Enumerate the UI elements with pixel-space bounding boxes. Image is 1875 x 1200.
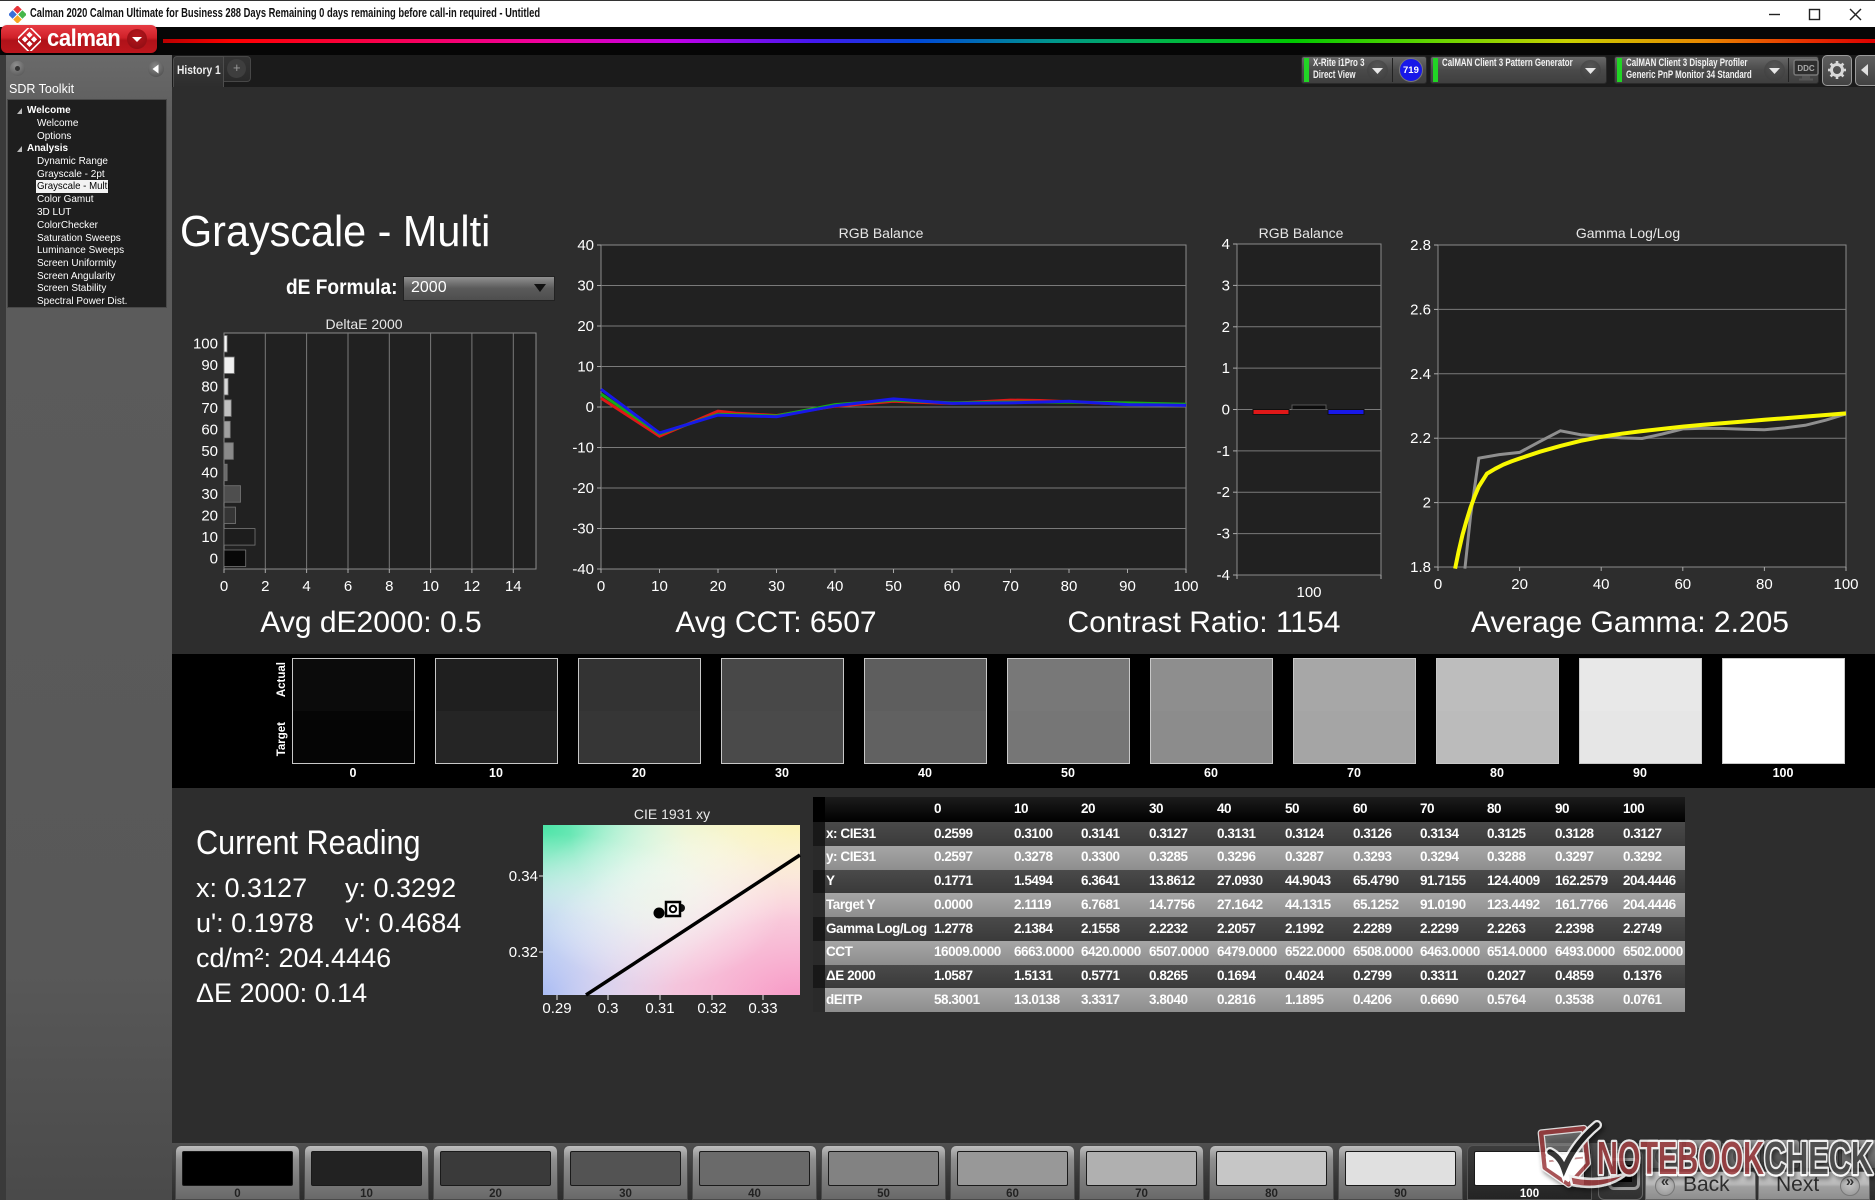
svg-text:DDC: DDC [1797,64,1815,73]
svg-text:30: 30 [768,578,785,595]
svg-text:0.32: 0.32 [509,944,538,961]
svg-text:0.33: 0.33 [748,1000,777,1017]
svg-text:-4: -4 [1217,567,1230,584]
svg-text:50: 50 [885,578,902,595]
svg-text:14: 14 [505,578,522,595]
svg-text:-10: -10 [572,440,594,457]
svg-text:20: 20 [710,578,727,595]
svg-text:-2: -2 [1217,484,1230,501]
svg-text:0.29: 0.29 [542,1000,571,1017]
svg-text:-1: -1 [1217,443,1230,460]
svg-text:30: 30 [201,486,218,503]
svg-text:2: 2 [1222,319,1230,336]
svg-text:10: 10 [577,359,594,376]
svg-text:-3: -3 [1217,526,1230,543]
svg-text:-30: -30 [572,521,594,538]
svg-text:0: 0 [1434,576,1442,593]
svg-text:40: 40 [201,465,218,482]
svg-text:80: 80 [201,379,218,396]
svg-text:40: 40 [577,237,594,254]
svg-text:100: 100 [1296,584,1321,601]
svg-text:80: 80 [1061,578,1078,595]
svg-text:2.2: 2.2 [1410,430,1431,447]
svg-text:0.3: 0.3 [598,1000,619,1017]
svg-text:0: 0 [586,399,594,416]
svg-text:2.8: 2.8 [1410,237,1431,254]
svg-text:6: 6 [344,578,352,595]
svg-text:0: 0 [597,578,605,595]
svg-text:20: 20 [577,318,594,335]
svg-text:NOTEBOOK: NOTEBOOK [1597,1132,1764,1184]
svg-text:30: 30 [577,278,594,295]
svg-text:90: 90 [201,357,218,374]
svg-text:60: 60 [944,578,961,595]
svg-text:4: 4 [1222,236,1230,253]
svg-text:10: 10 [201,529,218,546]
svg-text:100: 100 [1173,578,1198,595]
svg-text:2.6: 2.6 [1410,301,1431,318]
svg-text:3: 3 [1222,277,1230,294]
svg-text:10: 10 [651,578,668,595]
svg-text:90: 90 [1119,578,1136,595]
svg-text:60: 60 [1674,576,1691,593]
svg-text:0: 0 [210,550,218,567]
svg-text:12: 12 [464,578,481,595]
svg-text:40: 40 [1593,576,1610,593]
svg-text:0: 0 [220,578,228,595]
svg-text:100: 100 [1833,576,1858,593]
svg-text:40: 40 [827,578,844,595]
svg-text:80: 80 [1756,576,1773,593]
svg-text:20: 20 [201,507,218,524]
svg-text:2.4: 2.4 [1410,366,1431,383]
svg-text:-40: -40 [572,561,594,578]
svg-text:CHECK: CHECK [1764,1132,1873,1184]
svg-text:4: 4 [302,578,310,595]
svg-text:2: 2 [261,578,269,595]
svg-text:0: 0 [1222,402,1230,419]
svg-text:0.31: 0.31 [645,1000,674,1017]
svg-text:100: 100 [193,336,218,353]
svg-text:10: 10 [422,578,439,595]
svg-text:1: 1 [1222,360,1230,377]
svg-text:0.34: 0.34 [509,868,538,885]
svg-text:8: 8 [385,578,393,595]
svg-text:1.8: 1.8 [1410,559,1431,576]
svg-text:2: 2 [1423,495,1431,512]
svg-text:20: 20 [1511,576,1528,593]
svg-text:70: 70 [201,400,218,417]
svg-text:-20: -20 [572,480,594,497]
svg-text:70: 70 [1002,578,1019,595]
svg-text:60: 60 [201,422,218,439]
svg-text:50: 50 [201,443,218,460]
svg-text:0.32: 0.32 [697,1000,726,1017]
